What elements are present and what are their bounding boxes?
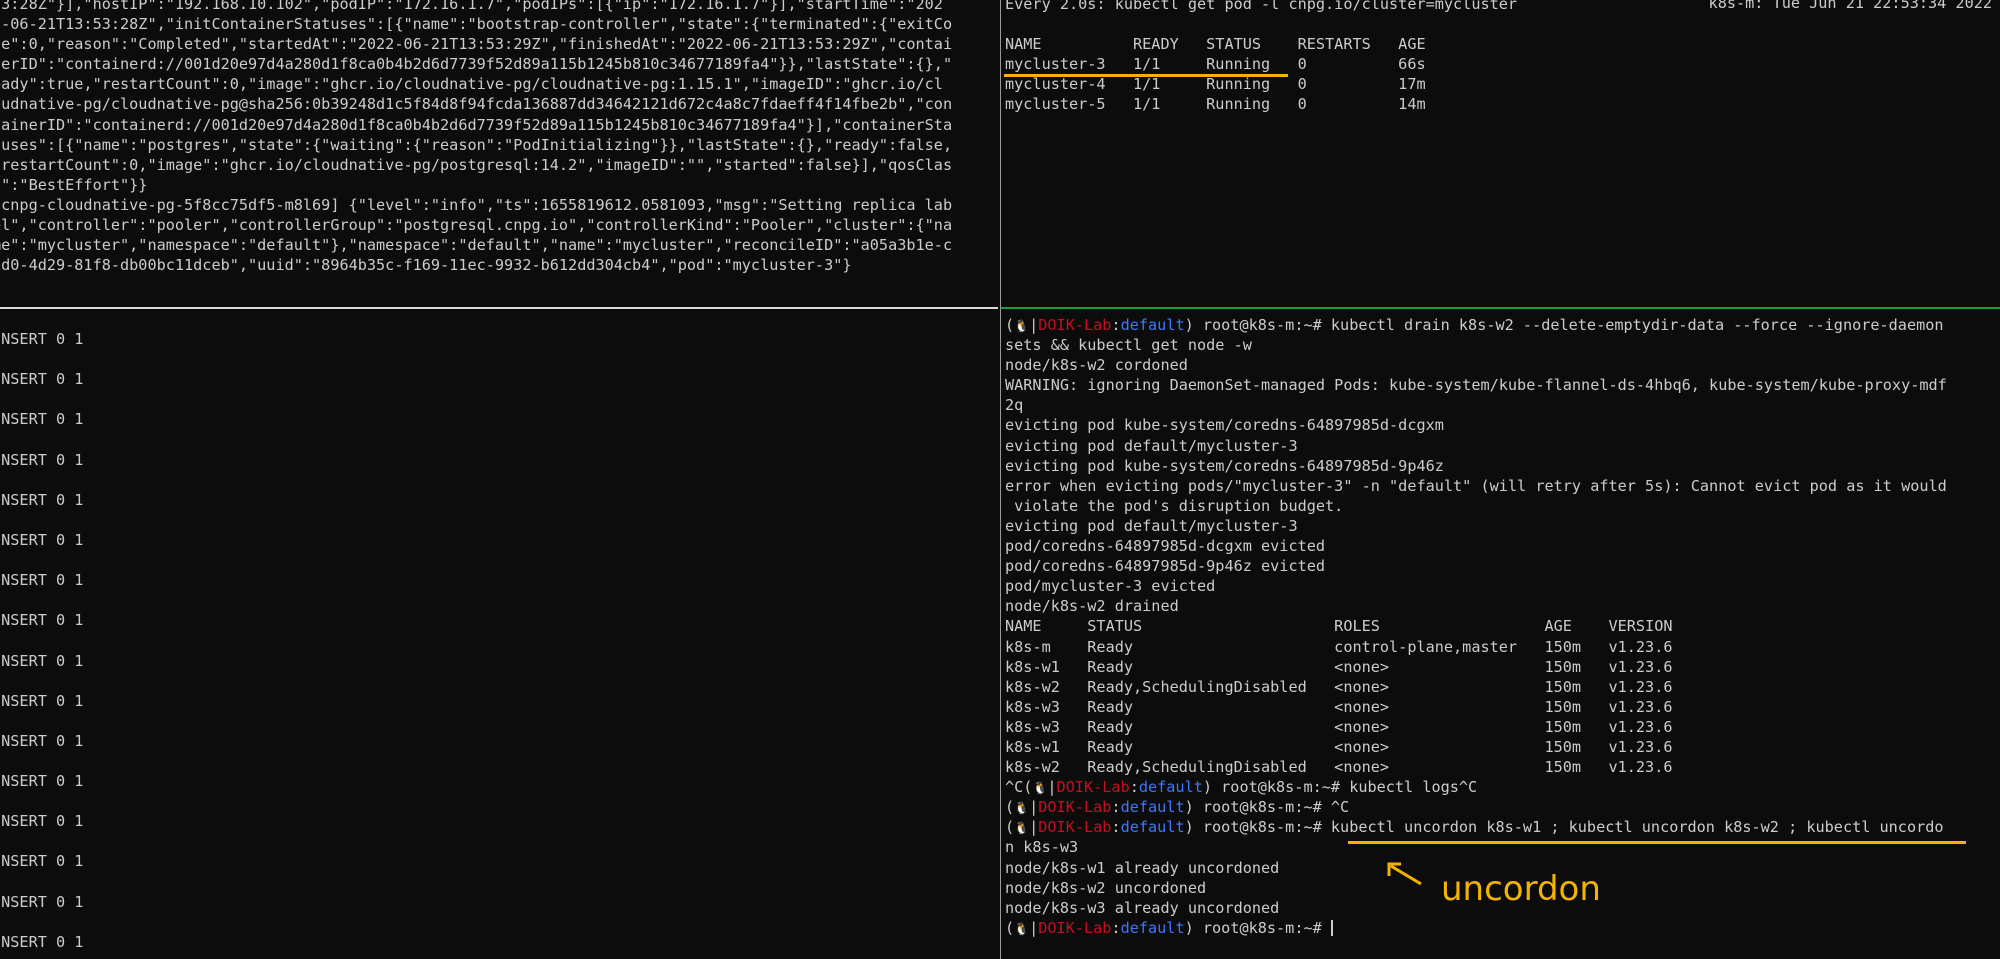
log-line: tuses":[{"name":"postgres","state":{"wai… [0,135,953,154]
output-line: evicting pod kube-system/coredns-6489798… [1005,456,1444,475]
output-line: pod/coredns-64897985d-9p46z evicted [1005,557,1326,576]
insert-output: INSERT 0 1 INSERT 0 1 INSERT 0 1 INSERT 0 1… [0,329,83,959]
insert-line: INSERT 0 1 [0,410,84,429]
log-line: de":0,"reason":"Completed","startedAt":"… [0,35,953,54]
insert-line: INSERT 0 1 [0,932,84,951]
pane-logs[interactable]: 53:28Z"}],"hostIP":"192.168.10.102","pod… [0,0,998,305]
insert-line: INSERT 0 1 [0,450,84,469]
output-line: sets && kubectl get node -w [1005,336,1252,355]
output-line: NAME STATUS ROLES AGE VERSION [1005,617,1673,636]
log-line: 2-06-21T13:53:28Z","initContainerStatuse… [0,15,953,34]
log-line: me":"mycluster","namespace":"default"},"… [0,236,953,255]
log-line: 1d0-4d29-81f8-db00bc11dceb","uuid":"8964… [0,256,852,275]
output-line: violate the pod's disruption budget. [1005,496,1344,515]
pane-psql[interactable]: INSERT 0 1 INSERT 0 1 INSERT 0 1 INSERT 0 1… [0,310,998,959]
output-line: node/k8s-w2 cordoned [1005,356,1188,375]
output-line: evicting pod default/mycluster-3 [1005,436,1298,455]
log-line: eady":true,"restartCount":0,"image":"ghc… [0,75,943,94]
command-drain: kubectl drain k8s-w2 --delete-emptydir-d… [1330,316,1944,334]
watch-output: Every 2.0s: kubectl get pod -l cnpg.io/c… [1005,0,1517,115]
insert-line: INSERT 0 1 [0,892,84,911]
output-line: k8s-w2 Ready,SchedulingDisabled <none> 1… [1005,677,1673,696]
prompt-line: (🐧|DOIK-Lab:default) root@k8s-m:~# kubec… [1005,316,1944,334]
watch-line: NAME READY STATUS RESTARTS AGE [1005,35,1426,54]
pane-shell[interactable]: (🐧|DOIK-Lab:default) root@k8s-m:~# kubec… [1003,310,2000,959]
highlight-underline-mycluster-3 [1004,74,1288,77]
pane-watch[interactable]: Every 2.0s: kubectl get pod -l cnpg.io/c… [1003,0,2000,305]
watch-line: mycluster-5 1/1 Running 0 14m [1005,95,1426,114]
penguin-icon: 🐧 [1014,319,1030,333]
shell-output: (🐧|DOIK-Lab:default) root@k8s-m:~# kubec… [1005,315,1947,938]
log-line: 53:28Z"}],"hostIP":"192.168.10.102","pod… [0,0,943,13]
vertical-divider[interactable] [1000,0,1001,959]
insert-line: INSERT 0 1 [0,772,84,791]
penguin-icon: 🐧 [1014,821,1030,836]
text-cursor [1330,920,1333,937]
insert-line: INSERT 0 1 [0,852,84,871]
penguin-icon: 🐧 [1014,801,1030,816]
watch-timestamp: k8s-m: Tue Jun 21 22:53:34 2022 [1708,0,1992,12]
insert-line: INSERT 0 1 [0,731,84,750]
prompt-line: (🐧|DOIK-Lab:default) root@k8s-m:~# ^C [1005,798,1350,817]
output-line: evicting pod default/mycluster-3 [1005,516,1298,535]
prompt-line: (🐧|DOIK-Lab:default) root@k8s-m:~# kubec… [1005,818,1944,837]
annotation-label: uncordon [1441,869,1601,909]
insert-line: INSERT 0 1 [0,611,84,630]
horizontal-divider-right-active[interactable] [1001,307,2000,309]
watch-line: mycluster-4 1/1 Running 0 17m [1005,75,1426,94]
watch-line [1005,14,1517,34]
insert-line: INSERT 0 1 [0,330,84,348]
output-line: error when evicting pods/"mycluster-3" -… [1005,476,1947,495]
prompt-line-active[interactable]: (🐧|DOIK-Lab:default) root@k8s-m:~# [1005,918,1947,938]
prompt-line: ^C(🐧|DOIK-Lab:default) root@k8s-m:~# kub… [1005,778,1478,797]
horizontal-divider-left[interactable] [0,307,998,309]
command-logs: kubectl logs^C [1349,778,1478,797]
prompt-namespace: default [1120,316,1185,334]
log-line: el","controller":"pooler","controllerGro… [0,216,953,235]
output-line: k8s-w3 Ready <none> 150m v1.23.6 [1005,717,1673,736]
output-line: k8s-w2 Ready,SchedulingDisabled <none> 1… [1005,758,1673,777]
log-line: tainerID":"containerd://001d20e97d4a280d… [0,115,953,134]
log-line: nerID":"containerd://001d20e97d4a280d1f8… [0,55,953,74]
penguin-icon: 🐧 [1014,921,1030,936]
output-line: 2q [1005,396,1024,415]
insert-line: INSERT 0 1 [0,651,84,670]
output-line: evicting pod kube-system/coredns-6489798… [1005,416,1444,435]
log-line: s":"BestEffort"}} [0,175,148,194]
penguin-icon: 🐧 [1032,781,1048,796]
logs-output: 53:28Z"}],"hostIP":"192.168.10.102","pod… [0,0,952,275]
command-uncordon: kubectl uncordon k8s-w1 ; kubectl uncord… [1330,818,1944,837]
output-line: pod/coredns-64897985d-dcgxm evicted [1005,537,1326,556]
insert-line: INSERT 0 1 [0,571,84,590]
highlight-underline-uncordon-cmd [1348,841,1966,844]
log-line: [cnpg-cloudnative-pg-5f8cc75df5-m8l69] {… [0,195,953,214]
insert-line: INSERT 0 1 [0,530,84,549]
output-line: node/k8s-w2 drained [1005,597,1179,616]
output-line: k8s-w1 Ready <none> 150m v1.23.6 [1005,737,1673,756]
log-line: "restartCount":0,"image":"ghcr.io/cloudn… [0,155,953,174]
output-line: k8s-m Ready control-plane,master 150m v1… [1005,637,1673,656]
output-line: WARNING: ignoring DaemonSet-managed Pods… [1005,376,1947,395]
log-line: oudnative-pg/cloudnative-pg@sha256:0b392… [0,95,953,114]
insert-line: INSERT 0 1 [0,370,84,389]
insert-line: INSERT 0 1 [0,812,84,831]
watch-line: mycluster-3 1/1 Running 0 66s [1005,55,1426,74]
insert-line: INSERT 0 1 [0,691,84,710]
watch-header: Every 2.0s: kubectl get pod -l cnpg.io/c… [1005,0,1518,13]
arrow-icon [1387,862,1422,886]
output-line: k8s-w3 Ready <none> 150m v1.23.6 [1005,697,1673,716]
insert-line: INSERT 0 1 [0,490,84,509]
prompt-context: DOIK-Lab [1038,316,1112,334]
output-line: k8s-w1 Ready <none> 150m v1.23.6 [1005,657,1673,676]
output-line: pod/mycluster-3 evicted [1005,577,1216,596]
